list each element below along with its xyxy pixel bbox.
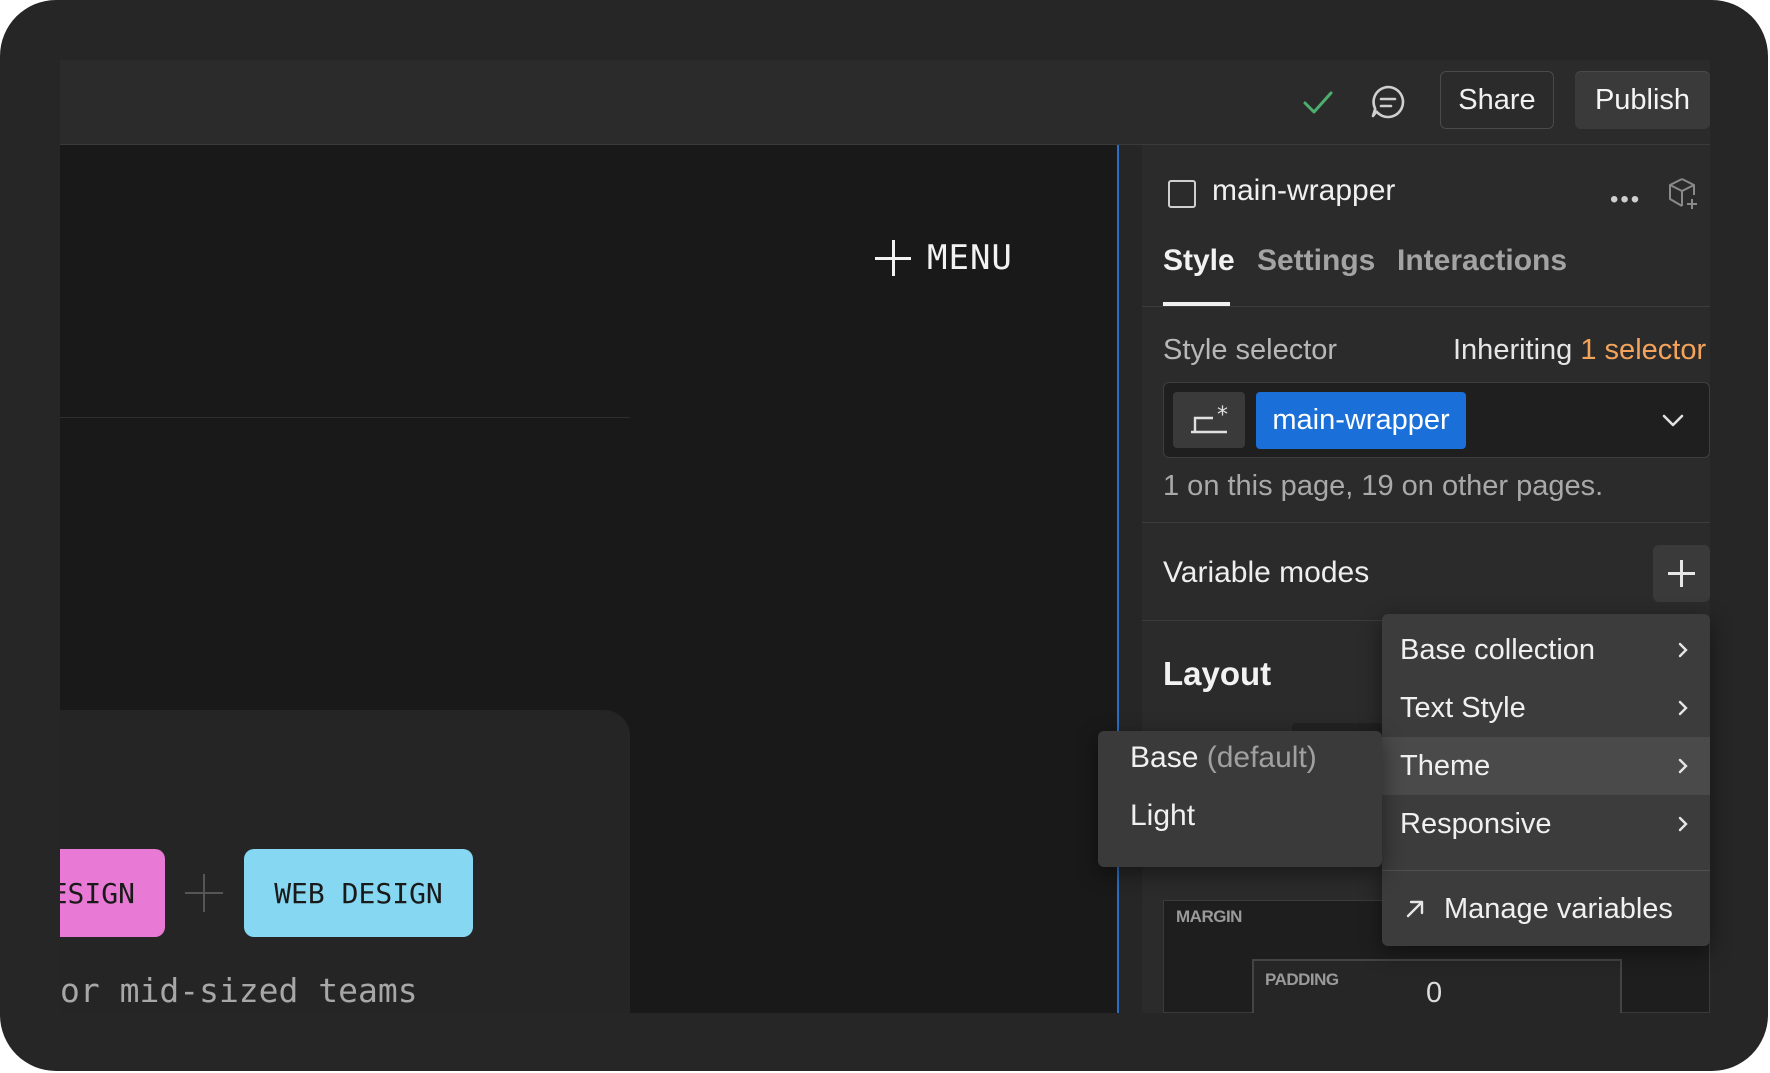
menu-item-label: Base collection — [1400, 633, 1596, 666]
canvas-divider — [60, 417, 630, 418]
menu-item-text-style[interactable]: Text Style — [1382, 679, 1710, 737]
plus-icon — [185, 874, 223, 912]
canvas-menu-label: MENU — [927, 238, 1013, 278]
submenu-item-label: Base — [1130, 741, 1199, 774]
padding-top-value[interactable]: 0 — [1426, 977, 1442, 1010]
manage-variables-label: Manage variables — [1444, 892, 1673, 925]
chevron-down-icon[interactable] — [1660, 410, 1686, 430]
inheriting-count[interactable]: 1 selector — [1580, 334, 1706, 366]
component-add-icon[interactable] — [1664, 175, 1700, 211]
svg-text:*: * — [1217, 403, 1228, 428]
selection-outline — [1117, 145, 1119, 1013]
layout-section-title: Layout — [1163, 655, 1272, 692]
inheriting-info[interactable]: Inheriting 1 selector — [1453, 334, 1706, 367]
submenu-item-suffix: (default) — [1206, 741, 1317, 774]
publish-button[interactable]: Publish — [1575, 71, 1710, 129]
menu-item-responsive[interactable]: Responsive — [1382, 795, 1710, 853]
selector-chip[interactable]: main-wrapper — [1256, 392, 1466, 449]
menu-item-label: Text Style — [1400, 691, 1526, 724]
padding-label: PADDING — [1265, 970, 1339, 989]
card-caption[interactable]: or mid-sized teams — [60, 971, 418, 1010]
chevron-right-icon — [1678, 700, 1688, 716]
add-variable-mode-button[interactable] — [1653, 545, 1710, 602]
menu-item-theme[interactable]: Theme — [1382, 737, 1710, 795]
comment-icon[interactable] — [1366, 80, 1410, 124]
tab-interactions[interactable]: Interactions — [1397, 244, 1567, 278]
external-arrow-icon — [1406, 900, 1424, 918]
more-icon[interactable]: ••• — [1610, 186, 1641, 214]
selector-icon: * — [1191, 403, 1228, 434]
share-button[interactable]: Share — [1440, 71, 1554, 129]
chevron-right-icon — [1678, 642, 1688, 658]
manage-variables-item[interactable]: Manage variables — [1382, 880, 1710, 938]
margin-label: MARGIN — [1176, 907, 1242, 926]
chevron-right-icon — [1678, 758, 1688, 774]
menu-item-base-collection[interactable]: Base collection — [1382, 621, 1710, 679]
style-selector-label: Style selector — [1163, 334, 1338, 366]
submenu-item-light[interactable]: Light — [1130, 799, 1195, 833]
tag-design[interactable]: ESIGN — [60, 849, 165, 937]
selector-usage-note: 1 on this page, 19 on other pages. — [1163, 470, 1604, 502]
inheriting-prefix: Inheriting — [1453, 334, 1573, 366]
panel-divider — [1142, 522, 1710, 523]
tab-style[interactable]: Style — [1163, 244, 1235, 278]
tab-settings[interactable]: Settings — [1257, 244, 1375, 278]
tag-web-design[interactable]: WEB DESIGN — [244, 849, 473, 937]
element-checkbox[interactable] — [1168, 180, 1196, 208]
selector-type-button[interactable]: * — [1173, 392, 1245, 448]
submenu-item-base[interactable]: Base (default) — [1130, 741, 1317, 775]
canvas-menu-button[interactable]: MENU — [875, 238, 1013, 278]
variable-modes-label: Variable modes — [1163, 556, 1370, 589]
menu-item-label: Theme — [1400, 749, 1491, 782]
menu-divider — [1382, 870, 1710, 871]
menu-item-label: Responsive — [1400, 807, 1552, 840]
chevron-right-icon — [1678, 816, 1688, 832]
element-name: main-wrapper — [1212, 174, 1396, 207]
panel-divider — [1142, 306, 1710, 307]
submenu-item-label: Light — [1130, 799, 1196, 832]
check-icon — [1303, 91, 1333, 114]
plus-icon — [875, 240, 911, 276]
